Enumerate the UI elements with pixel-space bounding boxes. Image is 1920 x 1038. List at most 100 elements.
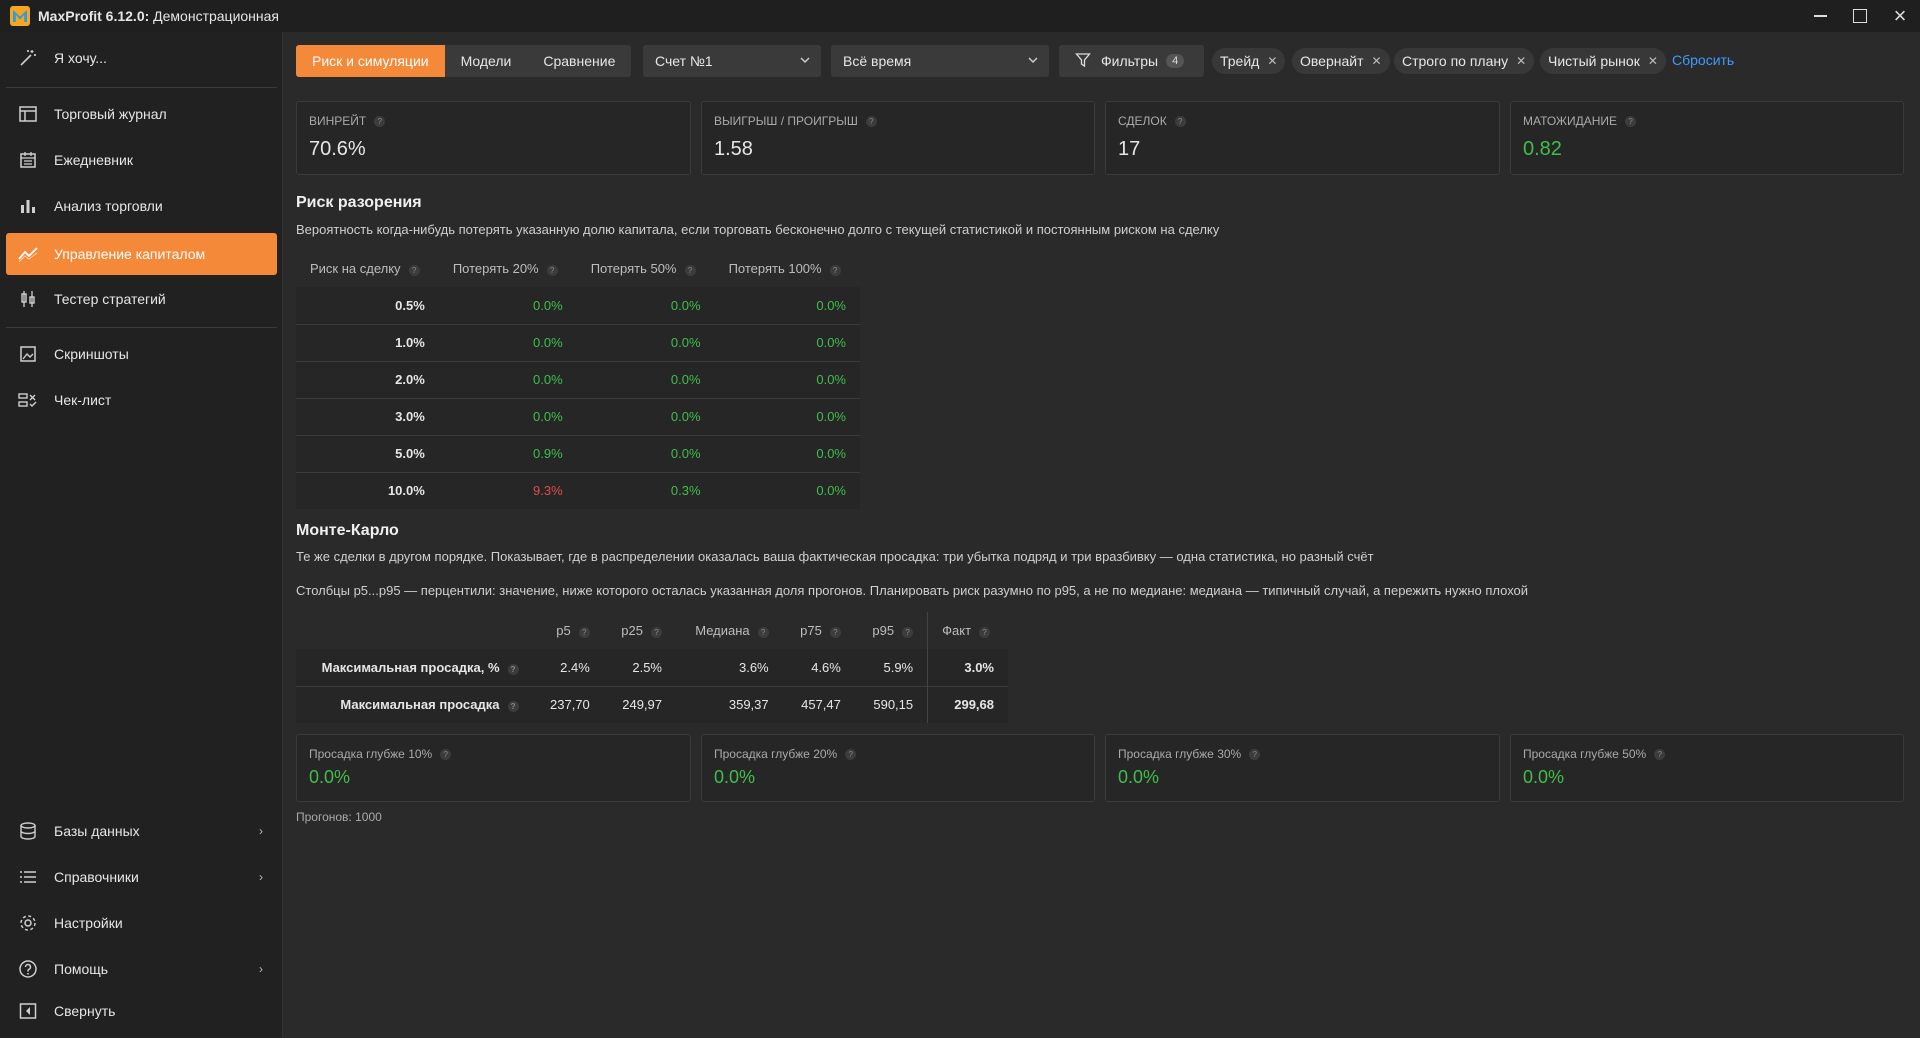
database-icon	[16, 819, 40, 843]
image-icon	[16, 342, 40, 366]
help-icon[interactable]: ?	[829, 265, 841, 276]
close-button[interactable]: ×	[1880, 0, 1920, 32]
window-title: MaxProfit 6.12.0: Демонстрационная	[38, 8, 280, 24]
mc-percentile-value: 4.6%	[811, 659, 841, 675]
stat-value: 70.6%	[309, 138, 366, 160]
minimize-button[interactable]	[1800, 0, 1840, 32]
sidebar-item-collapse[interactable]: Свернуть	[6, 990, 277, 1032]
risk-value: 1.0%	[395, 335, 425, 350]
sidebar-item-wish[interactable]: Я хочу...	[6, 37, 277, 79]
magic-wand-icon	[16, 46, 40, 70]
help-icon[interactable]: ?	[979, 627, 991, 638]
tab-models[interactable]: Модели	[445, 45, 528, 77]
ruin-probability: 0.0%	[816, 446, 846, 461]
table-row: 0.5% 0.0% 0.0% 0.0%	[296, 287, 860, 324]
ruin-probability: 0.0%	[533, 409, 563, 424]
ruin-probability: 0.0%	[533, 297, 563, 313]
maximize-button[interactable]	[1840, 0, 1880, 32]
mc-header: р5?	[533, 612, 604, 649]
close-icon[interactable]: ✕	[1516, 54, 1526, 68]
mc-header-fact: Факт?	[927, 612, 1008, 649]
ruin-probability: 0.0%	[533, 372, 563, 387]
mc-percentile-value: 2.4%	[560, 659, 590, 675]
filter-chip-overnight[interactable]: Овернайт ✕	[1292, 48, 1390, 74]
help-icon[interactable]: ?	[1174, 115, 1186, 127]
help-icon[interactable]: ?	[1654, 748, 1666, 760]
sidebar-item-journal[interactable]: Торговый журнал	[6, 93, 277, 135]
stat-value: 17	[1118, 138, 1141, 160]
close-icon[interactable]: ✕	[1267, 54, 1277, 68]
filter-chip-clean-market[interactable]: Чистый рынок ✕	[1540, 48, 1666, 74]
mc-percentile-value: 3.6%	[738, 659, 769, 675]
sidebar-item-analysis[interactable]: Анализ торговли	[6, 185, 277, 227]
drawdown-card-10: Просадка глубже 10%? 0.0%	[296, 734, 691, 802]
help-icon[interactable]: ?	[902, 627, 914, 638]
filters-count-badge: 4	[1166, 54, 1185, 68]
ruin-probability: 0.0%	[816, 372, 846, 387]
help-icon[interactable]: ?	[1249, 748, 1261, 760]
mc-percentile-value: 359,37	[728, 697, 769, 713]
help-icon[interactable]: ?	[865, 115, 877, 127]
filters-button[interactable]: Фильтры 4	[1059, 45, 1204, 77]
ruin-table: Риск на сделку? Потерять 20%? Потерять 5…	[296, 250, 860, 509]
filter-icon	[1075, 52, 1091, 71]
sidebar-item-checklist[interactable]: Чек-лист	[6, 379, 277, 421]
checklist-icon	[16, 388, 40, 412]
ruin-title: Риск разорения	[296, 194, 422, 211]
chevron-right-icon: ›	[259, 870, 263, 884]
period-select[interactable]: Всё время	[831, 45, 1049, 77]
help-icon[interactable]: ?	[578, 627, 590, 638]
help-icon[interactable]: ?	[374, 115, 386, 127]
stat-value: 1.58	[714, 138, 753, 160]
help-icon[interactable]: ?	[546, 265, 558, 276]
help-icon[interactable]: ?	[1625, 115, 1637, 127]
tab-risk[interactable]: Риск и симуляции	[296, 45, 445, 77]
filter-chip-plan[interactable]: Строго по плану ✕	[1394, 48, 1535, 74]
help-icon[interactable]: ?	[829, 627, 841, 638]
monte-carlo-percentile-note: Столбцы р5...р95 — перцентили: значение,…	[296, 583, 1529, 598]
help-icon	[16, 957, 40, 981]
close-icon[interactable]: ✕	[1372, 54, 1382, 68]
risk-value: 0.5%	[395, 297, 425, 313]
sidebar-item-capital[interactable]: Управление капиталом	[6, 233, 277, 275]
help-icon[interactable]: ?	[684, 265, 696, 276]
filter-chip-trade[interactable]: Трейд ✕	[1212, 48, 1286, 74]
sidebar-item-screenshots[interactable]: Скриншоты	[6, 333, 277, 375]
chevron-right-icon: ›	[259, 962, 263, 976]
help-icon[interactable]: ?	[507, 701, 519, 713]
stat-card-trades: СДЕЛОК? 17	[1105, 101, 1500, 175]
list-icon	[16, 865, 40, 889]
help-icon[interactable]: ?	[757, 627, 769, 638]
mc-fact-value: 299,68	[927, 686, 1008, 723]
mc-percentile-value: 5.9%	[883, 659, 914, 675]
help-icon[interactable]: ?	[845, 748, 857, 760]
sidebar-item-tester[interactable]: Тестер стратегий	[6, 278, 277, 320]
sidebar: Я хочу... Торговый журнал Ежедневник Ана…	[0, 32, 283, 1038]
drawdown-card-50: Просадка глубже 50%? 0.0%	[1510, 734, 1904, 802]
ruin-probability: 0.9%	[533, 446, 563, 461]
account-select[interactable]: Счет №1	[643, 45, 821, 77]
table-row: 2.0% 0.0% 0.0% 0.0%	[296, 361, 860, 398]
chevron-down-icon	[1027, 53, 1039, 69]
monte-carlo-table: р5? р25? Медиана? р75? р95? Факт? Максим…	[296, 612, 1008, 723]
candles-icon	[16, 287, 40, 311]
help-icon[interactable]: ?	[408, 265, 420, 276]
reset-filters-link[interactable]: Сбросить	[1672, 52, 1734, 68]
help-icon[interactable]: ?	[440, 748, 452, 760]
help-icon[interactable]: ?	[651, 627, 662, 638]
sidebar-item-diary[interactable]: Ежедневник	[6, 139, 277, 181]
sidebar-item-help[interactable]: Помощь ›	[6, 948, 277, 990]
help-icon[interactable]: ?	[507, 663, 519, 675]
mc-header: р25?	[604, 612, 676, 649]
stat-card-expectancy: МАТОЖИДАНИЕ? 0.82	[1510, 101, 1904, 175]
mc-header-empty	[296, 612, 533, 649]
sidebar-item-settings[interactable]: Настройки	[6, 902, 277, 944]
table-row: Максимальная просадка? 237,70 249,97 359,37…	[296, 686, 1008, 723]
table-row: 10.0% 9.3% 0.3% 0.0%	[296, 472, 860, 509]
tab-compare[interactable]: Сравнение	[527, 45, 631, 77]
sidebar-item-databases[interactable]: Базы данных ›	[6, 810, 277, 852]
close-icon[interactable]: ✕	[1648, 54, 1658, 68]
risk-value: 3.0%	[395, 409, 425, 424]
sidebar-item-references[interactable]: Справочники ›	[6, 856, 277, 898]
risk-value: 2.0%	[395, 372, 425, 387]
